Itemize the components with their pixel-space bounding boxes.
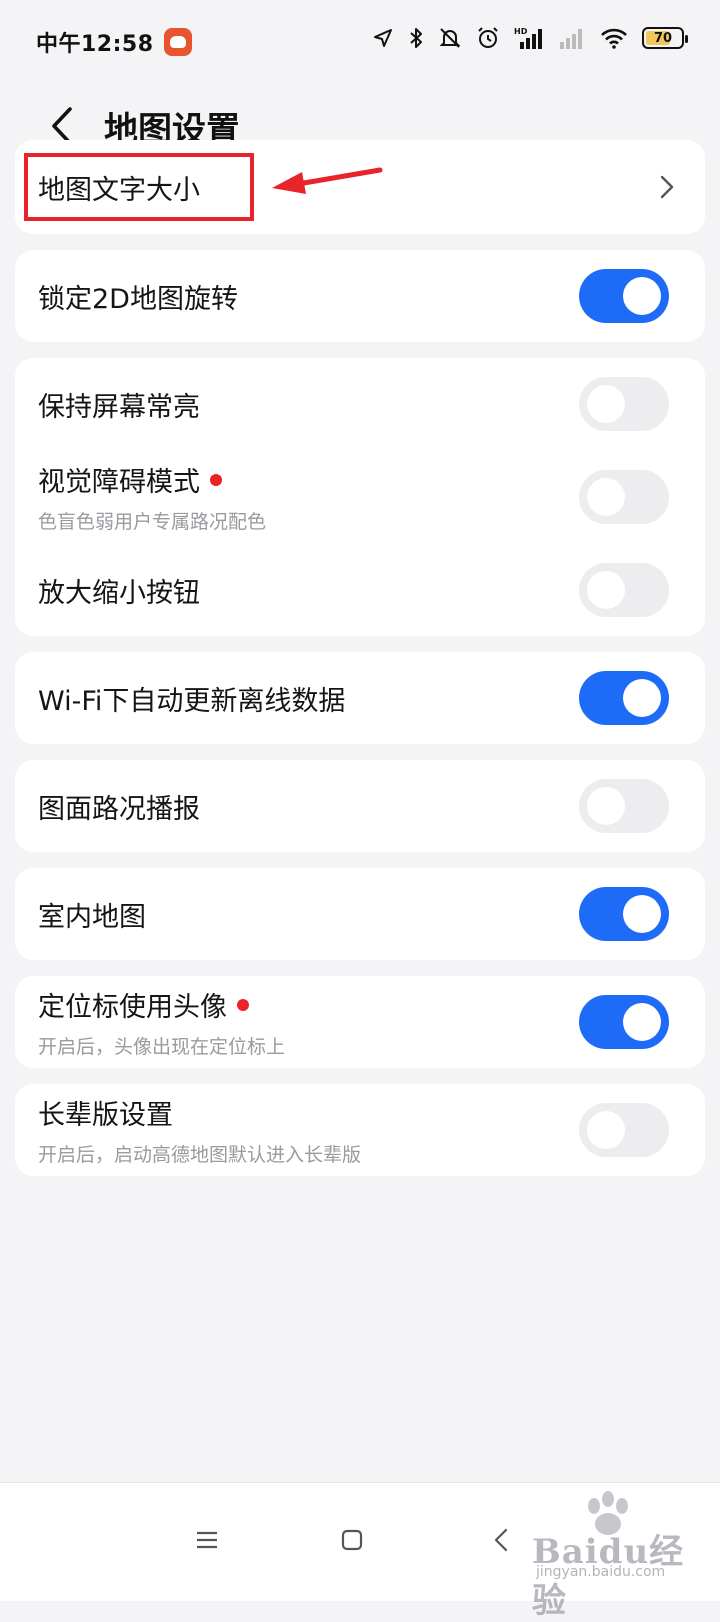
home-square-icon — [341, 1529, 363, 1551]
setting-screen-on[interactable]: 保持屏幕常亮 — [15, 358, 705, 450]
toggle-knob — [587, 385, 625, 423]
row-text: 放大缩小按钮 — [38, 571, 200, 610]
screen-on-toggle[interactable] — [579, 377, 669, 431]
setting-avatar-marker[interactable]: 定位标使用头像 开启后，头像出现在定位标上 — [15, 976, 705, 1068]
alarm-icon — [478, 27, 498, 48]
nav-back-button[interactable] — [474, 1513, 528, 1567]
visual-mode-toggle[interactable] — [579, 470, 669, 524]
svg-text:HD: HD — [514, 27, 528, 36]
menu-icon — [197, 1531, 217, 1549]
status-bar: 中午12:58 HD 70 — [0, 0, 720, 86]
wifi-update-toggle[interactable] — [579, 671, 669, 725]
battery-level: 70 — [653, 30, 673, 46]
setting-title: 定位标使用头像 — [38, 992, 227, 1023]
setting-title: Wi-Fi下自动更新离线数据 — [38, 685, 346, 717]
new-badge-dot — [237, 998, 249, 1011]
setting-title: 锁定2D地图旋转 — [38, 283, 238, 315]
setting-title: 保持屏幕常亮 — [38, 391, 200, 423]
indoor-map-toggle[interactable] — [579, 887, 669, 941]
traffic-broadcast-toggle[interactable] — [579, 779, 669, 833]
wifi-icon — [601, 28, 627, 49]
toggle-knob — [587, 478, 625, 516]
new-badge-dot — [210, 473, 222, 486]
setting-lock-2d[interactable]: 锁定2D地图旋转 — [15, 250, 705, 342]
card-traffic-broadcast: 图面路况播报 — [15, 760, 705, 852]
setting-subtitle: 色盲色弱用户专属路况配色 — [38, 511, 267, 533]
setting-zoom-buttons[interactable]: 放大缩小按钮 — [15, 544, 705, 636]
setting-subtitle: 开启后，头像出现在定位标上 — [38, 1036, 286, 1058]
status-right: HD 70 — [372, 26, 688, 50]
setting-title: 地图文字大小 — [38, 174, 200, 206]
menu-button[interactable] — [180, 1513, 234, 1567]
row-text: 视觉障碍模式 色盲色弱用户专属路况配色 — [38, 460, 266, 534]
setting-elder-mode[interactable]: 长辈版设置 开启后，启动高德地图默认进入长辈版 — [15, 1084, 705, 1176]
toggle-knob — [623, 1003, 661, 1041]
card-elder-mode: 长辈版设置 开启后，启动高德地图默认进入长辈版 — [15, 1084, 705, 1176]
row-text: 保持屏幕常亮 — [38, 385, 200, 424]
setting-title: 图面路况播报 — [38, 793, 200, 825]
nav-back-icon — [494, 1528, 508, 1552]
app-notification-icon — [163, 28, 192, 56]
setting-indoor-map[interactable]: 室内地图 — [15, 868, 705, 960]
battery-icon: 70 — [642, 27, 688, 49]
toggle-knob — [623, 277, 661, 315]
location-icon — [374, 29, 392, 47]
system-nav-bar — [0, 1482, 720, 1601]
row-text: 锁定2D地图旋转 — [38, 277, 238, 316]
row-text: 图面路况播报 — [38, 787, 200, 826]
setting-wifi-update[interactable]: Wi-Fi下自动更新离线数据 — [15, 652, 705, 744]
annotation-arrow-icon — [272, 167, 383, 194]
toggle-knob — [587, 571, 625, 609]
zoom-buttons-toggle[interactable] — [579, 563, 669, 617]
card-lock-2d: 锁定2D地图旋转 — [15, 250, 705, 342]
signal-icon — [560, 29, 582, 49]
chevron-right-icon — [660, 175, 674, 199]
setting-title-wrap: 视觉障碍模式 — [38, 460, 266, 499]
toggle-knob — [587, 1111, 625, 1149]
row-text: 定位标使用头像 开启后，头像出现在定位标上 — [38, 985, 285, 1059]
status-left: 中午12:58 — [36, 26, 192, 58]
lock-2d-toggle[interactable] — [579, 269, 669, 323]
setting-title: 放大缩小按钮 — [38, 577, 200, 609]
setting-traffic-broadcast[interactable]: 图面路况播报 — [15, 760, 705, 852]
toggle-knob — [623, 679, 661, 717]
row-text: 地图文字大小 — [38, 168, 200, 207]
row-text: 室内地图 — [38, 895, 146, 934]
card-display: 保持屏幕常亮 视觉障碍模式 色盲色弱用户专属路况配色 放大缩小按钮 — [15, 358, 705, 636]
setting-title: 长辈版设置 — [38, 1100, 173, 1131]
card-wifi-update: Wi-Fi下自动更新离线数据 — [15, 652, 705, 744]
toggle-knob — [623, 895, 661, 933]
card-indoor-map: 室内地图 — [15, 868, 705, 960]
elder-mode-toggle[interactable] — [579, 1103, 669, 1157]
card-avatar-marker: 定位标使用头像 开启后，头像出现在定位标上 — [15, 976, 705, 1068]
status-time: 中午12:58 — [36, 32, 154, 57]
row-text: 长辈版设置 开启后，启动高德地图默认进入长辈版 — [38, 1093, 361, 1167]
setting-visual-mode[interactable]: 视觉障碍模式 色盲色弱用户专属路况配色 — [15, 450, 705, 544]
avatar-marker-toggle[interactable] — [579, 995, 669, 1049]
home-button[interactable] — [325, 1513, 379, 1567]
row-text: Wi-Fi下自动更新离线数据 — [38, 679, 345, 718]
bluetooth-icon — [410, 28, 422, 48]
setting-subtitle: 开启后，启动高德地图默认进入长辈版 — [38, 1144, 362, 1166]
mute-icon — [439, 28, 461, 48]
signal-hd-icon: HD — [514, 27, 542, 49]
setting-title-wrap: 定位标使用头像 — [38, 985, 285, 1024]
setting-title: 视觉障碍模式 — [38, 467, 200, 498]
toggle-knob — [587, 787, 625, 825]
setting-title: 室内地图 — [38, 901, 146, 933]
